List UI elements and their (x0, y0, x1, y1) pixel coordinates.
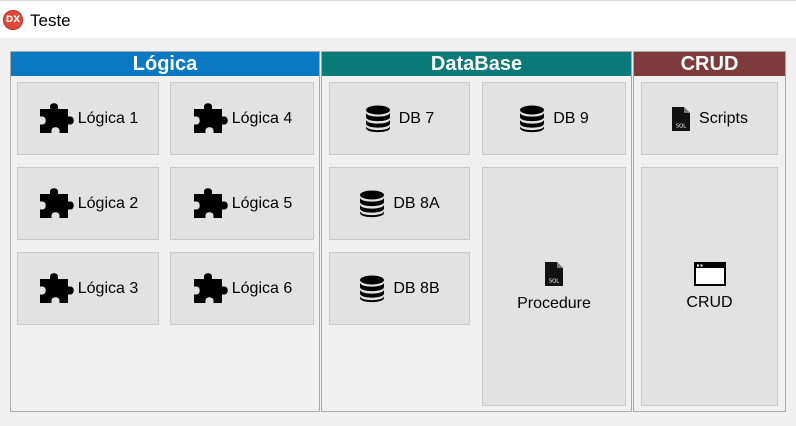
logica-1-button[interactable]: Lógica 1 (17, 82, 159, 155)
group-header-database: DataBase (322, 52, 631, 76)
puzzle-icon (192, 188, 228, 220)
tile-label: DB 8B (393, 279, 440, 297)
group-header-crud: CRUD (634, 52, 785, 76)
group-crud: CRUD Scripts CRUD (633, 51, 786, 412)
tile-label: DB 9 (553, 109, 589, 127)
db-9-button[interactable]: DB 9 (482, 82, 626, 155)
tile-label: Lógica 6 (231, 279, 293, 297)
crud-button[interactable]: CRUD (641, 167, 778, 406)
tile-label: Lógica 5 (231, 194, 293, 212)
db-7-button[interactable]: DB 7 (329, 82, 470, 155)
group-header-logica: Lógica (11, 52, 319, 76)
group-database: DataBase DB 7 DB 9 DB 8A DB 8B Procedure (321, 51, 632, 412)
scripts-button[interactable]: Scripts (641, 82, 778, 155)
database-icon (365, 105, 391, 133)
procedure-button[interactable]: Procedure (482, 167, 626, 406)
logica-2-button[interactable]: Lógica 2 (17, 167, 159, 240)
group-logica: Lógica Lógica 1 Lógica 4 Lógica 2 Lógica… (10, 51, 320, 412)
logica-6-button[interactable]: Lógica 6 (170, 252, 314, 325)
puzzle-icon (192, 103, 228, 135)
logica-5-button[interactable]: Lógica 5 (170, 167, 314, 240)
puzzle-icon (38, 273, 74, 305)
sql-file-icon (544, 261, 564, 287)
db-8a-button[interactable]: DB 8A (329, 167, 470, 240)
tile-label: Lógica 1 (77, 109, 139, 127)
tile-label: Lógica 4 (231, 109, 293, 127)
title-bar: DX Teste (0, 0, 796, 38)
tile-label: CRUD (686, 293, 733, 311)
database-icon (359, 275, 385, 303)
database-icon (359, 190, 385, 218)
tile-label: Lógica 3 (77, 279, 139, 297)
logica-3-button[interactable]: Lógica 3 (17, 252, 159, 325)
tile-label: DB 7 (398, 109, 435, 127)
puzzle-icon (192, 273, 228, 305)
app-logo-icon: DX (3, 10, 23, 30)
db-8b-button[interactable]: DB 8B (329, 252, 470, 325)
puzzle-icon (38, 103, 74, 135)
tile-label: Scripts (699, 109, 748, 127)
tile-label: Lógica 2 (77, 194, 139, 212)
sql-file-icon (671, 106, 691, 132)
logica-4-button[interactable]: Lógica 4 (170, 82, 314, 155)
puzzle-icon (38, 188, 74, 220)
tile-label: DB 8A (393, 194, 440, 212)
tile-label: Procedure (517, 294, 591, 312)
database-icon (519, 105, 545, 133)
window-icon (694, 262, 726, 286)
window-title: Teste (30, 11, 71, 30)
main-area: Lógica Lógica 1 Lógica 4 Lógica 2 Lógica… (0, 38, 796, 426)
